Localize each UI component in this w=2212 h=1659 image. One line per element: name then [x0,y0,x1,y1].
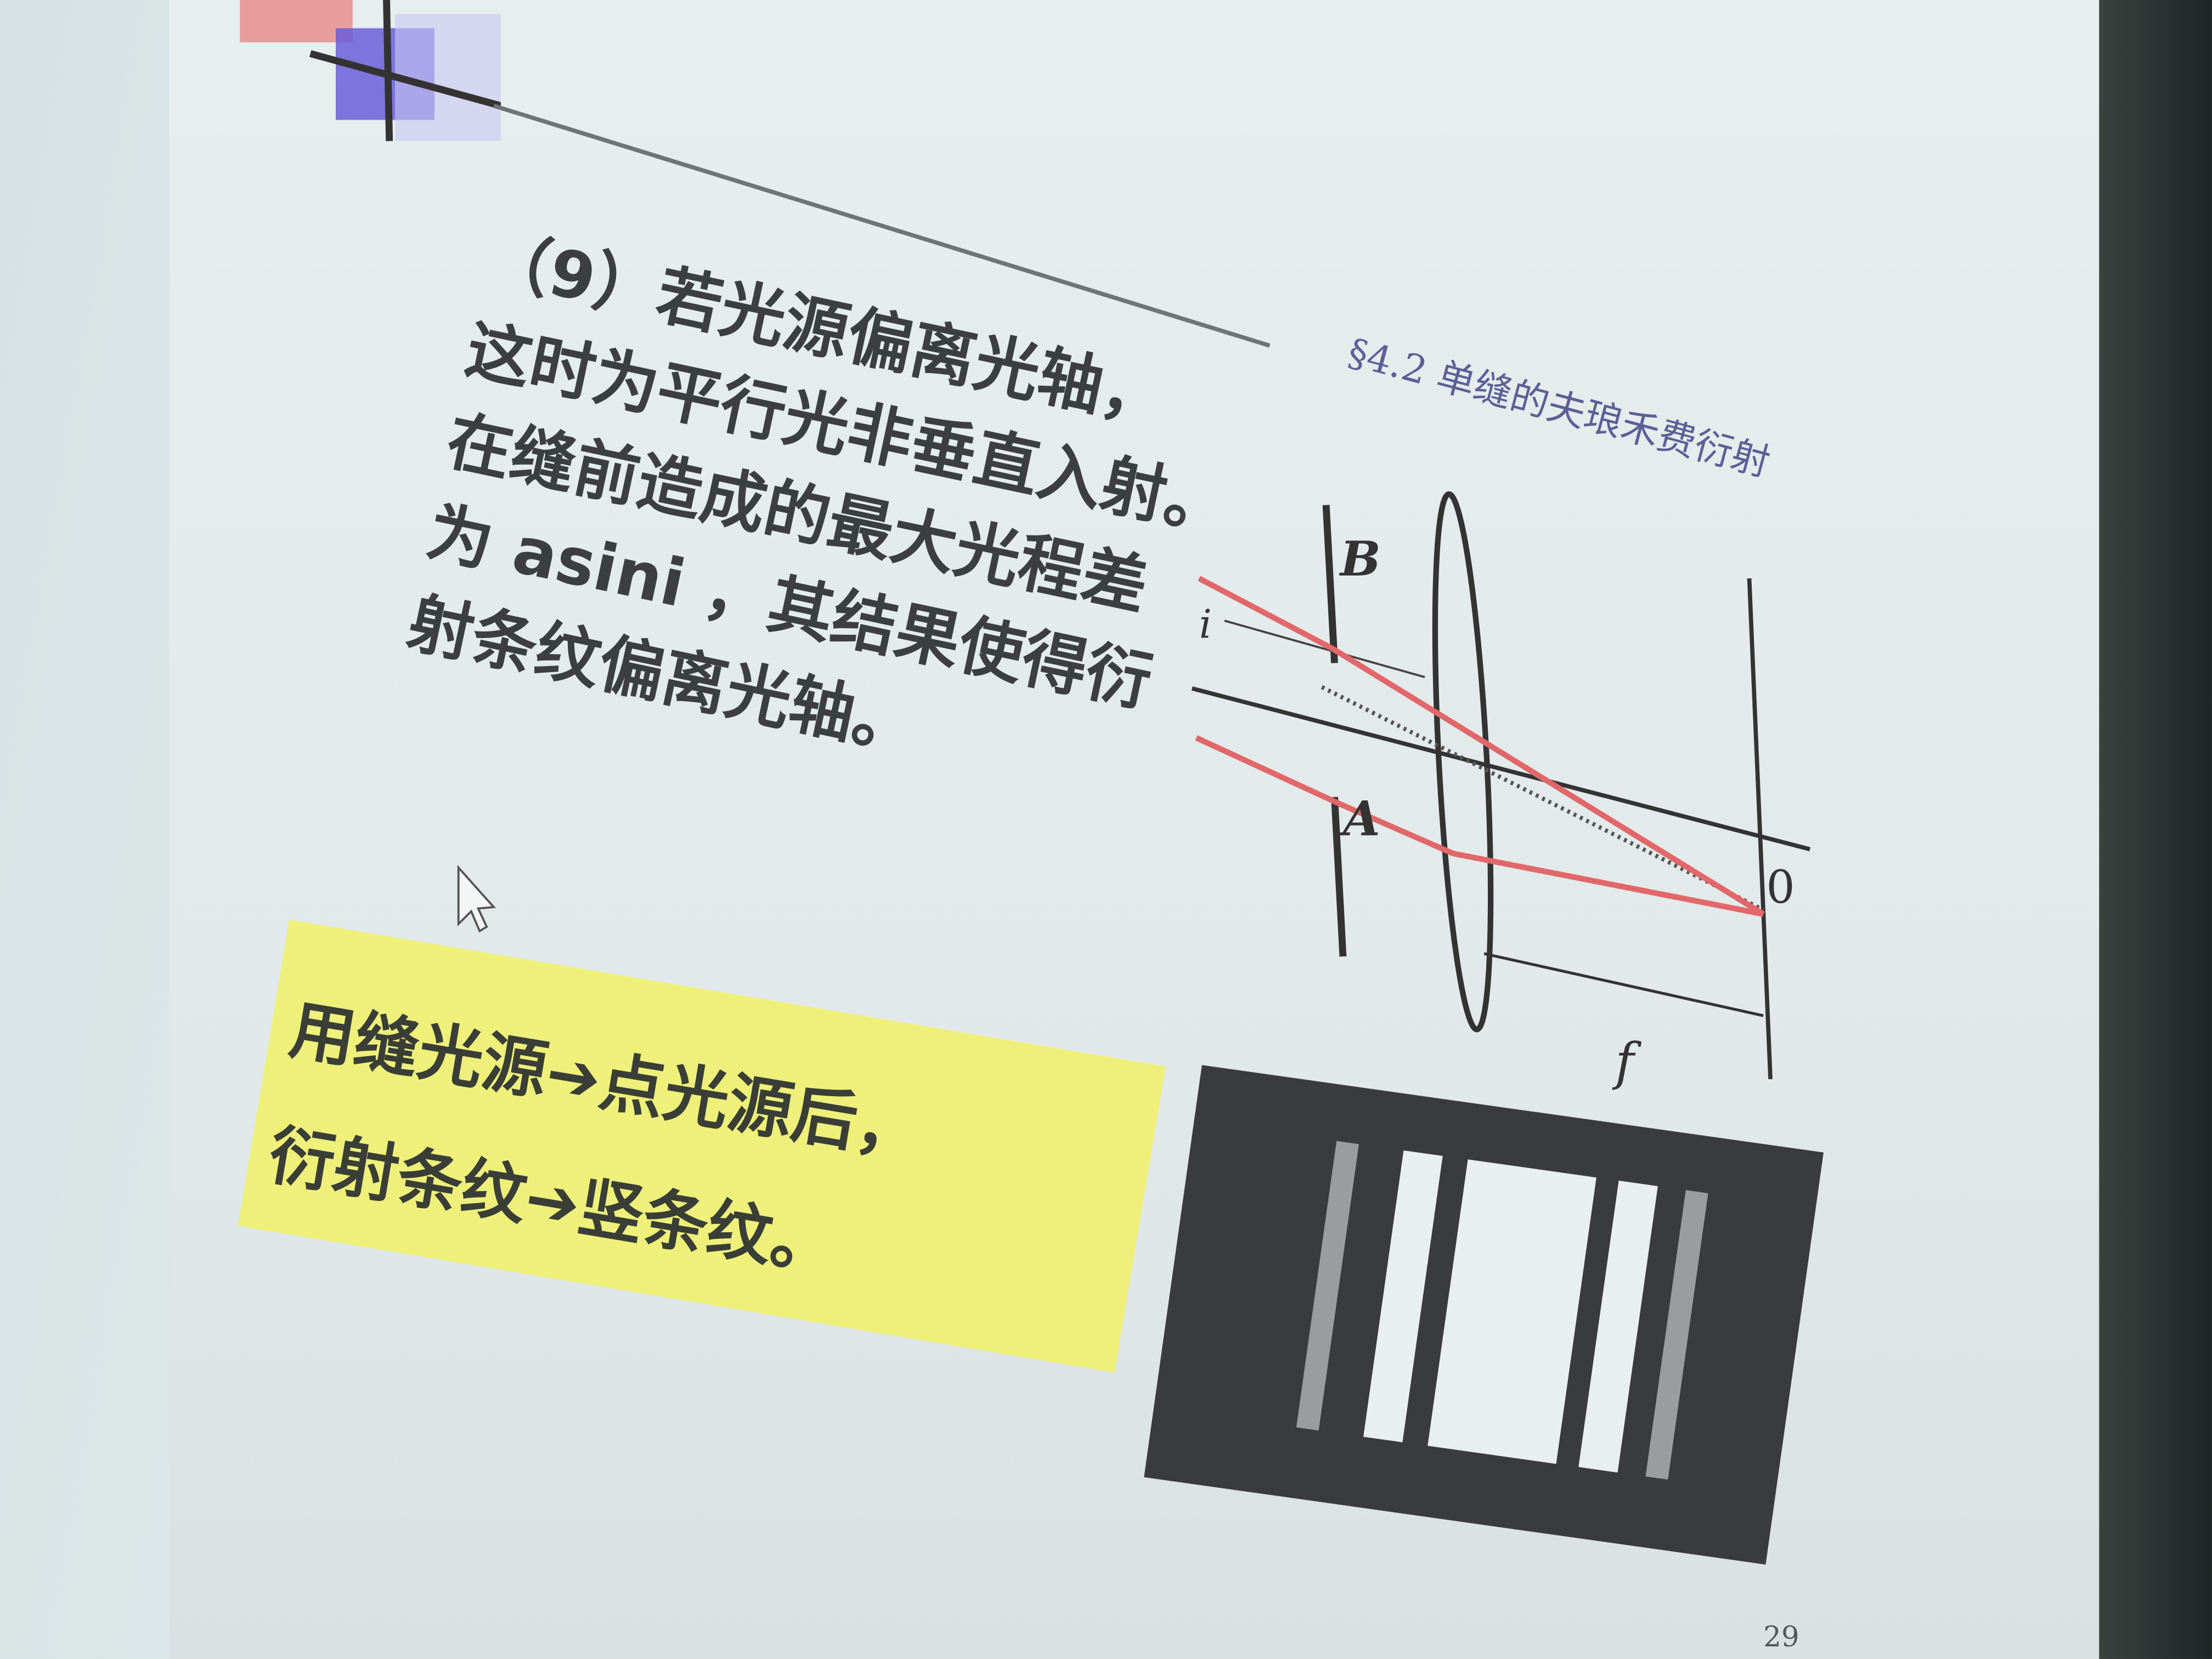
label-a: A [1339,790,1380,847]
diffraction-diagram: B A i 0 f [457,491,1811,1091]
photo-of-projected-slide: §4.2 单缝的夫琅禾费衍射 （9）若光源偏离光轴， 这时为平行光非垂直入射。 … [0,0,2212,1659]
fringe [1363,1150,1443,1442]
fringe [1578,1181,1658,1473]
focal-length-arrow [1483,952,1764,1017]
label-o: 0 [1766,862,1795,914]
screen [1747,578,1773,1080]
fringe [1296,1141,1359,1431]
diffraction-pattern-image [1144,1065,1824,1565]
mouse-cursor-icon [457,865,496,933]
slit-lower [1331,797,1347,957]
red-ray-upper [1198,575,1765,917]
incidence-angle-line [1224,619,1425,679]
label-f: f [1612,1032,1641,1091]
fringe [1645,1190,1708,1480]
optical-axis [1191,686,1811,851]
lens [1432,491,1494,1032]
central-fringe [1427,1159,1596,1464]
page-number: 29 [1763,1619,1799,1654]
label-b: B [1339,531,1381,587]
slit-upper [1322,505,1338,663]
label-i: i [1199,601,1212,647]
